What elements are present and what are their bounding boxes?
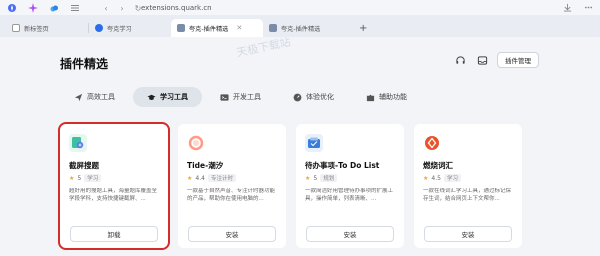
category-tag: 专注计时 — [207, 174, 236, 182]
page-title: 插件精选 — [60, 57, 109, 71]
category-label: 高效工具 — [87, 93, 115, 101]
extension-description: 一款在线词汇学习工具，通过标记保存生词，结合网页上下文帮你... — [423, 188, 512, 202]
extension-name: Tide-潮汐 — [187, 161, 224, 170]
tab-new-tab[interactable]: 新标签页 — [6, 19, 88, 37]
category-dev[interactable]: 开发工具 — [206, 87, 275, 107]
rating: 4.4 — [195, 174, 205, 182]
star-icon: ★ — [423, 174, 429, 182]
watermark: 天极下载站 — [235, 35, 292, 60]
quark-study-favicon-icon — [95, 24, 103, 32]
quark-favicon-icon — [177, 24, 185, 32]
tab-quark-study[interactable]: 夸克学习 — [89, 19, 171, 37]
nav-buttons: ‹ › ↻ — [100, 2, 144, 14]
toolbar-left — [0, 2, 80, 13]
extension-card[interactable]: 燃烧词汇 ★ 4.5 学习 一款在线词汇学习工具，通过标记保存生词，结合网页上下… — [414, 124, 522, 248]
extension-name: 截屏搜题 — [69, 161, 99, 170]
browser-toolbar: ‹ › ↻ extensions.quark.cn — [0, 0, 600, 15]
gauge-icon — [293, 93, 302, 102]
extension-card[interactable]: 待办事项-To Do List ★ 5 规划 一款简洁好用管理待办事项的扩展工具… — [296, 124, 404, 248]
category-tag: 学习 — [84, 174, 102, 182]
extension-description: 一款基于自然声音、专注计时器功能的产品，帮助你在使用电脑的... — [187, 188, 276, 202]
extension-cards: 截屏搜题 ★ 5 学习 超好用的搜题工具，海量题库覆盖全学段学科，支持快捷键截屏… — [58, 122, 522, 250]
headset-icon[interactable] — [453, 53, 467, 67]
category-label: 开发工具 — [233, 93, 261, 101]
rating: 4.5 — [431, 174, 441, 182]
extension-meta: ★ 4.5 学习 — [423, 174, 513, 182]
rating: 5 — [313, 174, 318, 182]
more-icon[interactable] — [583, 2, 594, 13]
quark-logo-icon[interactable] — [6, 2, 17, 13]
extensions-page: 天极下载站 插件精选 插件管理 高效工具 学习工具 开发工具 体验优化 辅助功能… — [0, 35, 600, 256]
tab-extensions-2[interactable]: 夸克-插件精选 — [263, 19, 353, 37]
paper-plane-icon — [74, 93, 83, 102]
category-label: 体验优化 — [306, 93, 334, 101]
grid-icon — [12, 24, 20, 32]
close-tab-icon[interactable]: ✕ — [236, 24, 242, 32]
tab-label: 夸克-插件精选 — [189, 25, 229, 33]
install-button[interactable]: 安装 — [306, 226, 394, 242]
category-efficiency[interactable]: 高效工具 — [60, 87, 129, 107]
tab-label: 夸克-插件精选 — [281, 25, 321, 33]
tide-ring-icon — [187, 134, 205, 152]
category-label: 学习工具 — [160, 93, 188, 101]
category-label: 辅助功能 — [379, 93, 407, 101]
toolbar-right — [562, 2, 594, 13]
tab-label: 新标签页 — [24, 25, 49, 33]
back-arrow-icon[interactable]: ‹ — [100, 2, 112, 14]
category-experience[interactable]: 体验优化 — [279, 87, 348, 107]
install-button[interactable]: 安装 — [188, 226, 276, 242]
rating: 5 — [77, 174, 82, 182]
star-icon: ★ — [187, 174, 193, 182]
terminal-icon — [220, 93, 229, 102]
address-bar[interactable]: extensions.quark.cn — [141, 2, 411, 13]
menu-icon[interactable] — [69, 2, 80, 13]
inbox-icon[interactable] — [475, 53, 489, 67]
todo-list-icon — [305, 134, 323, 152]
star-icon: ★ — [305, 174, 311, 182]
extension-description: 超好用的搜题工具，海量题库覆盖全学段学科，支持快捷键截屏、... — [69, 188, 158, 202]
quark-favicon-icon — [269, 24, 277, 32]
forward-arrow-icon[interactable]: › — [116, 2, 128, 14]
burn-vocab-icon — [423, 134, 441, 152]
screenshot-search-icon — [69, 134, 87, 152]
tab-label: 夸克学习 — [107, 25, 132, 33]
new-tab-button[interactable]: + — [353, 19, 373, 37]
extension-name: 燃烧词汇 — [423, 161, 453, 170]
sparkle-icon[interactable] — [27, 2, 38, 13]
uninstall-button[interactable]: 卸载 — [70, 226, 158, 242]
extension-description: 一款简洁好用管理待办事项的扩展工具，操作简单，列表清晰、... — [305, 188, 394, 202]
extension-card[interactable]: Tide-潮汐 ★ 4.4 专注计时 一款基于自然声音、专注计时器功能的产品，帮… — [178, 124, 286, 248]
star-icon: ★ — [69, 174, 75, 182]
install-button[interactable]: 安装 — [424, 226, 512, 242]
tab-extensions-active[interactable]: 夸克-插件精选 ✕ — [171, 19, 263, 37]
category-tag: 规划 — [320, 174, 338, 182]
extension-meta: ★ 4.4 专注计时 — [187, 174, 277, 182]
tab-strip: 新标签页 夸克学习 夸克-插件精选 ✕ 夸克-插件精选 + — [0, 15, 600, 37]
category-accessibility[interactable]: 辅助功能 — [352, 87, 421, 107]
plus-icon: + — [359, 22, 368, 34]
puzzle-icon — [366, 93, 375, 102]
download-icon[interactable] — [562, 2, 573, 13]
manage-extensions-button[interactable]: 插件管理 — [497, 52, 539, 68]
extension-name: 待办事项-To Do List — [305, 161, 380, 170]
header-actions: 插件管理 — [453, 52, 539, 68]
category-tag: 学习 — [443, 174, 461, 182]
extension-card[interactable]: 截屏搜题 ★ 5 学习 超好用的搜题工具，海量题库覆盖全学段学科，支持快捷键截屏… — [58, 122, 170, 250]
category-tabs: 高效工具 学习工具 开发工具 体验优化 辅助功能 — [60, 87, 421, 107]
url-text: extensions.quark.cn — [141, 3, 212, 12]
extension-meta: ★ 5 学习 — [69, 174, 159, 182]
extension-meta: ★ 5 规划 — [305, 174, 395, 182]
graduation-cap-icon — [147, 93, 156, 102]
cloud-icon[interactable] — [48, 2, 59, 13]
category-learning[interactable]: 学习工具 — [133, 87, 202, 107]
